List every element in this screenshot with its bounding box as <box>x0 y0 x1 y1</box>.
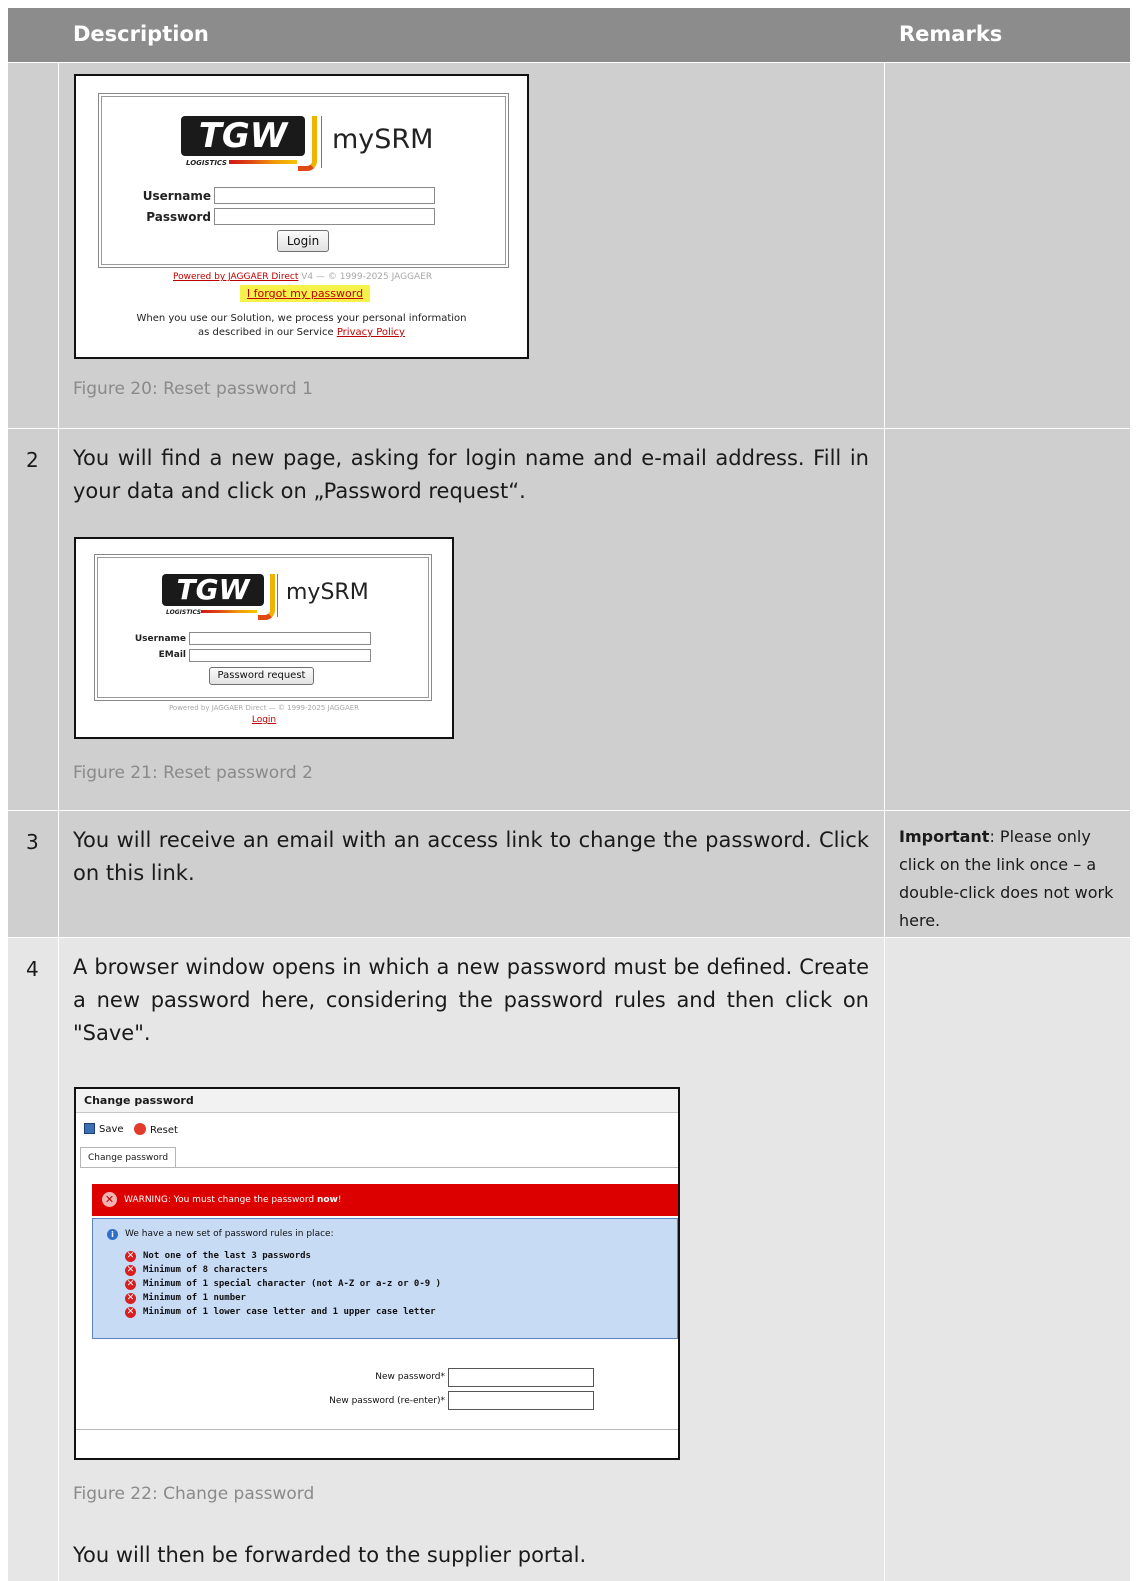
change-password-title: Change password <box>76 1089 678 1113</box>
new-password-label: New password* <box>375 1372 445 1382</box>
rule-item: Minimum of 1 special character (not A-Z … <box>143 1279 442 1289</box>
rule-item: Minimum of 8 characters <box>143 1265 268 1275</box>
password-label: Password <box>146 210 211 224</box>
reenter-password-input[interactable] <box>448 1391 594 1410</box>
powered-by-line: Powered by JAGGAER Direct V4 — © 1999-20… <box>173 272 433 282</box>
header-remarks: Remarks <box>899 22 1003 46</box>
change-password-screenshot: Change password Save Reset Change passwo… <box>74 1087 680 1460</box>
logo-subtitle: LOGISTICS <box>186 159 227 167</box>
table-header: Description Remarks <box>8 8 1130 62</box>
table-row-3: 3 You will receive an email with an acce… <box>8 811 1130 937</box>
brand-name: mySRM <box>286 580 369 605</box>
warning-x-icon: ✕ <box>102 1192 117 1207</box>
rule-fail-icon: ✕ <box>125 1293 136 1304</box>
login-button[interactable]: Login <box>277 230 329 252</box>
after-text: You will then be forwarded to the suppli… <box>73 1543 587 1567</box>
login-screenshot: TGW LOGISTICS mySRM Username Password Lo… <box>74 74 529 359</box>
table-row-4: 4 A browser window opens in which a new … <box>8 938 1130 1581</box>
figure-caption-22: Figure 22: Change password <box>73 1484 315 1504</box>
tgw-logo: TGW <box>181 116 305 156</box>
username-input[interactable] <box>214 187 435 204</box>
login-link[interactable]: Login <box>252 715 276 725</box>
username-label: Username <box>142 189 211 203</box>
tab-change-password[interactable]: Change password <box>80 1147 177 1168</box>
logo-hook-icon <box>258 574 275 620</box>
reset-button[interactable]: Reset <box>134 1123 178 1136</box>
step-text: You will find a new page, asking for log… <box>73 446 869 503</box>
save-disk-icon <box>84 1123 95 1134</box>
reset-icon <box>134 1123 146 1135</box>
brand-name: mySRM <box>332 124 434 155</box>
table-row-1: TGW LOGISTICS mySRM Username Password Lo… <box>8 63 1130 428</box>
step-text: You will receive an email with an access… <box>73 828 869 885</box>
warning-banner: ✕ WARNING: You must change the password … <box>92 1184 678 1216</box>
powered-by-line: Powered by JAGGAER Direct — © 1999-2025 … <box>168 704 360 712</box>
password-input[interactable] <box>214 208 435 225</box>
logo-subtitle: LOGISTICS <box>166 609 202 616</box>
email-label: EMail <box>158 650 186 660</box>
forgot-password-link[interactable]: I forgot my password <box>240 285 370 302</box>
rule-fail-icon: ✕ <box>125 1307 136 1318</box>
username-label: Username <box>134 634 186 644</box>
remark-text: Important: Please only click on the link… <box>899 827 1114 930</box>
figure-caption-20: Figure 20: Reset password 1 <box>73 379 313 399</box>
step-text: A browser window opens in which a new pa… <box>73 955 869 1045</box>
rule-item: Minimum of 1 number <box>143 1293 246 1303</box>
password-rules-box: i We have a new set of password rules in… <box>92 1218 678 1339</box>
privacy-line-1: When you use our Solution, we process yo… <box>136 313 467 324</box>
remark-important: Important <box>899 827 990 846</box>
email-input[interactable] <box>189 649 371 662</box>
info-icon: i <box>107 1229 118 1240</box>
tgw-logo: TGW <box>162 574 264 606</box>
step-number: 3 <box>26 830 39 854</box>
rules-heading: We have a new set of password rules in p… <box>125 1229 334 1239</box>
privacy-line-2: as described in our Service Privacy Poli… <box>198 327 405 338</box>
logo-hook-icon <box>298 116 317 171</box>
password-request-button[interactable]: Password request <box>209 667 314 685</box>
rule-fail-icon: ✕ <box>125 1251 136 1262</box>
step-number: 4 <box>26 957 39 981</box>
save-button[interactable]: Save <box>84 1123 124 1135</box>
username-input[interactable] <box>189 632 371 645</box>
reenter-password-label: New password (re-enter)* <box>329 1396 445 1406</box>
rule-item: Minimum of 1 lower case letter and 1 upp… <box>143 1307 436 1317</box>
rule-item: Not one of the last 3 passwords <box>143 1251 311 1261</box>
rule-fail-icon: ✕ <box>125 1265 136 1276</box>
powered-by-link[interactable]: Powered by JAGGAER Direct <box>173 272 298 282</box>
privacy-policy-link[interactable]: Privacy Policy <box>337 327 405 338</box>
rule-fail-icon: ✕ <box>125 1279 136 1290</box>
step-number: 2 <box>26 448 39 472</box>
header-description: Description <box>73 22 209 46</box>
password-request-screenshot: TGW LOGISTICS mySRM Username EMail Passw… <box>74 537 454 739</box>
logo-gradient-bar <box>201 610 257 613</box>
figure-caption-21: Figure 21: Reset password 2 <box>73 763 313 783</box>
new-password-input[interactable] <box>448 1368 594 1387</box>
document-page: Description Remarks TGW LOGISTICS mySRM … <box>0 0 1138 1581</box>
table-row-2: 2 You will find a new page, asking for l… <box>8 429 1130 810</box>
logo-gradient-bar <box>229 160 297 164</box>
